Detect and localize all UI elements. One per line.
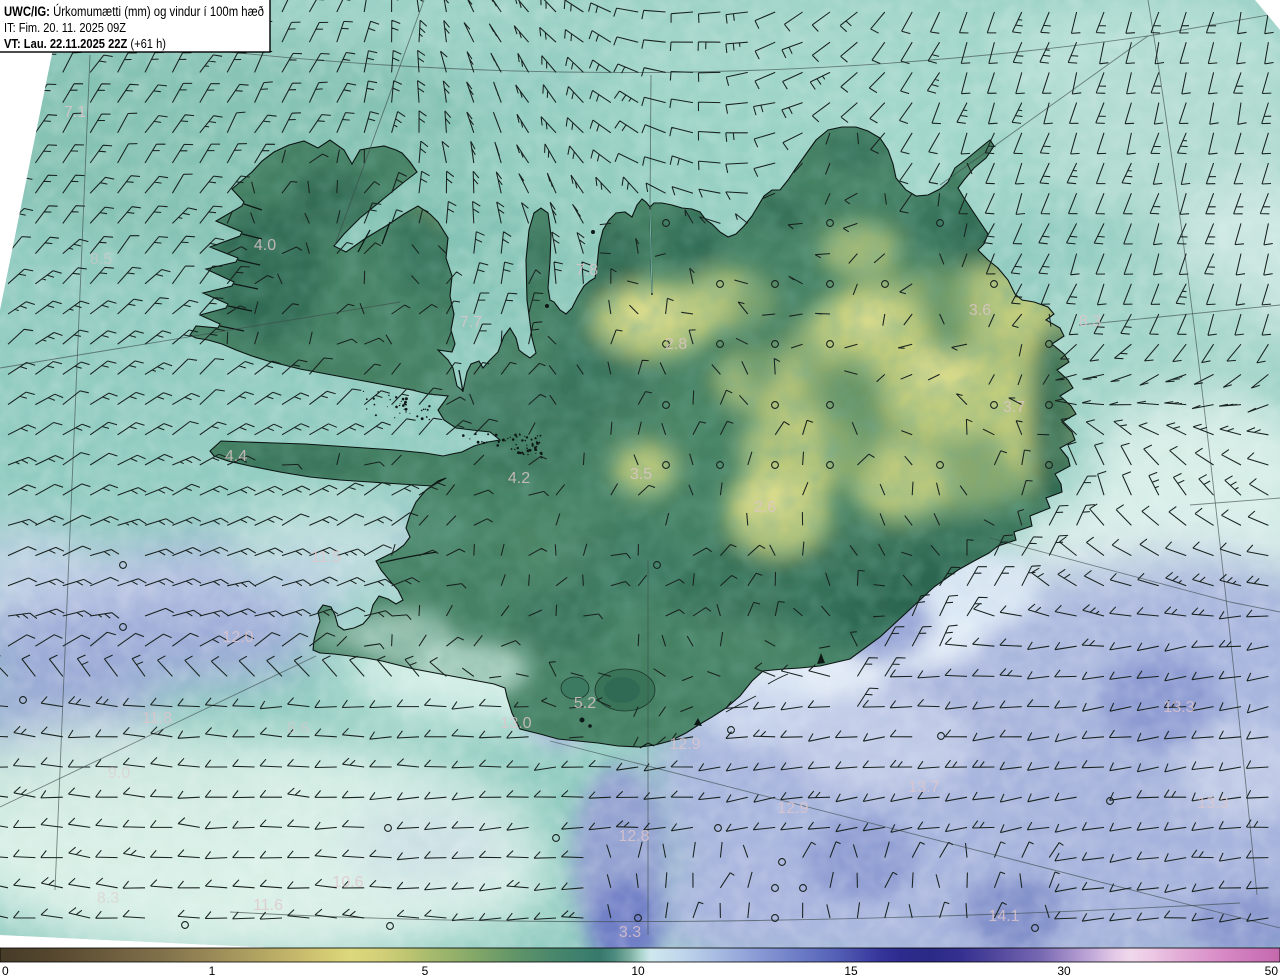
- svg-text:2.8: 2.8: [665, 336, 687, 353]
- svg-text:7.1: 7.1: [64, 104, 86, 121]
- svg-text:3.3: 3.3: [619, 924, 641, 941]
- svg-text:11.6: 11.6: [253, 897, 283, 914]
- svg-text:IT: Fim. 20. 11. 2025 09Z: IT: Fim. 20. 11. 2025 09Z: [4, 20, 126, 35]
- svg-text:4.0: 4.0: [254, 237, 276, 254]
- svg-text:8.3: 8.3: [1079, 313, 1101, 330]
- svg-text:1: 1: [209, 964, 216, 978]
- svg-text:11.5: 11.5: [311, 549, 341, 566]
- svg-text:13.7: 13.7: [908, 779, 939, 796]
- svg-text:7.8: 7.8: [576, 262, 598, 279]
- svg-text:13.0: 13.0: [500, 715, 531, 732]
- svg-text:3.7: 3.7: [1003, 399, 1025, 416]
- svg-text:5.2: 5.2: [574, 695, 596, 712]
- svg-text:15: 15: [844, 964, 858, 978]
- svg-text:11.8: 11.8: [142, 710, 172, 727]
- svg-text:13.3: 13.3: [1197, 795, 1228, 812]
- svg-text:7.7: 7.7: [460, 314, 482, 331]
- svg-text:10: 10: [631, 964, 645, 978]
- svg-text:8.5: 8.5: [90, 251, 112, 268]
- svg-text:12.9: 12.9: [777, 800, 808, 817]
- svg-text:VT: Lau. 22.11.2025 22Z (+61 h: VT: Lau. 22.11.2025 22Z (+61 h): [4, 36, 166, 51]
- svg-text:2.6: 2.6: [754, 499, 776, 516]
- svg-text:9.0: 9.0: [108, 765, 130, 782]
- svg-text:14.1: 14.1: [988, 908, 1019, 925]
- svg-text:3.6: 3.6: [969, 302, 991, 319]
- svg-text:4.2: 4.2: [508, 470, 530, 487]
- svg-text:3.5: 3.5: [630, 466, 652, 483]
- svg-text:8.6: 8.6: [287, 720, 309, 737]
- svg-text:UWC/IG: Úrkomumætti (mm) og vi: UWC/IG: Úrkomumætti (mm) og vindur í 100…: [4, 4, 264, 19]
- svg-text:30: 30: [1057, 964, 1071, 978]
- svg-text:5: 5: [422, 964, 429, 978]
- svg-text:12.8: 12.8: [618, 828, 649, 845]
- svg-text:12.0: 12.0: [222, 629, 253, 646]
- svg-text:50: 50: [1265, 964, 1279, 978]
- svg-text:13.3: 13.3: [1163, 699, 1194, 716]
- svg-text:12.9: 12.9: [669, 736, 700, 753]
- svg-text:8.3: 8.3: [97, 890, 119, 907]
- svg-text:4.4: 4.4: [225, 448, 247, 465]
- svg-text:0: 0: [2, 964, 9, 978]
- svg-text:10.6: 10.6: [332, 874, 363, 891]
